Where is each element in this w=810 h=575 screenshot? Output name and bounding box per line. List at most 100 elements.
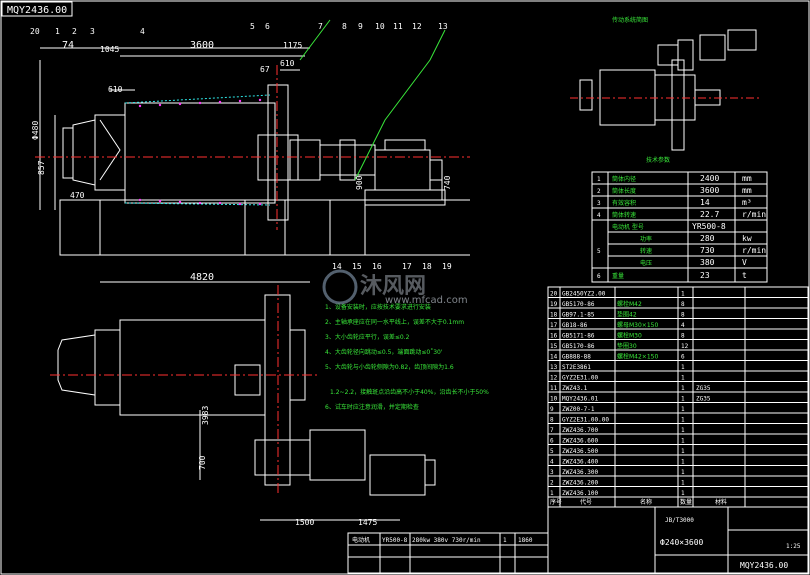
bom-cell: 垫圈42 xyxy=(617,311,637,319)
technical-notes: 1、设备安装时，应按技术要求进行安装 2、主轴承座应在同一水平线上，误差不大于0… xyxy=(325,303,489,411)
svg-text:代号: 代号 xyxy=(580,498,592,506)
svg-text:重量: 重量 xyxy=(612,272,624,280)
bom-cell: 3 xyxy=(550,469,554,476)
svg-text:5: 5 xyxy=(597,248,601,255)
transmission-schematic: 传动系统简图 xyxy=(579,16,757,151)
svg-text:5: 5 xyxy=(250,22,255,31)
svg-text:mm: mm xyxy=(742,174,752,183)
svg-text:t: t xyxy=(742,271,747,280)
leader-lines-green xyxy=(299,19,446,181)
corner-code: MQY2436.00 xyxy=(7,5,67,16)
bom-cell: GB888-88 xyxy=(562,354,591,361)
bom-cell: 8 xyxy=(681,312,685,319)
svg-text:12: 12 xyxy=(412,22,422,31)
svg-text:15: 15 xyxy=(352,262,362,271)
bom-cell: ZWZ43.1 xyxy=(562,385,588,392)
svg-text:电动机: 电动机 xyxy=(352,536,370,544)
svg-text:1: 1 xyxy=(503,537,507,544)
bom-cell: 1 xyxy=(681,469,685,476)
bom-cell: 螺栓M42×150 xyxy=(617,353,658,361)
bom-cell: 1 xyxy=(681,364,685,371)
svg-text:280kw 380v 730r/min: 280kw 380v 730r/min xyxy=(412,537,481,544)
bom-cell: 4 xyxy=(681,322,685,329)
side-dimensions: Φ480 857 470 740 900 xyxy=(31,121,452,200)
svg-text:470: 470 xyxy=(70,191,85,200)
cad-drawing: MQY2436.00 20 1 2 3 4 5 6 7 8 9 10 11 12… xyxy=(0,0,810,575)
bom-cell: 18 xyxy=(550,312,558,319)
svg-text:4820: 4820 xyxy=(190,272,214,283)
svg-text:m³: m³ xyxy=(742,198,752,207)
bom-cell: GB5170-86 xyxy=(562,301,595,308)
bom-cell: 1 xyxy=(681,438,685,445)
bom-cell: 1 xyxy=(681,459,685,466)
svg-text:3: 3 xyxy=(90,27,95,36)
bom-cell: GYZ2E31.00 xyxy=(562,375,599,382)
standard-label: JB/T3000 xyxy=(665,517,694,524)
svg-text:6: 6 xyxy=(597,273,601,280)
bom-cell: 1 xyxy=(681,480,685,487)
svg-text:材料: 材料 xyxy=(715,498,727,506)
svg-text:名称: 名称 xyxy=(640,498,652,506)
svg-text:74: 74 xyxy=(62,40,74,51)
bom-cell: 12 xyxy=(681,343,689,350)
bom-cell: 8 xyxy=(681,301,685,308)
bom-cell: GB5170-86 xyxy=(562,343,595,350)
bom-cell: ZWZ436.100 xyxy=(562,490,599,497)
bom-cell: 12 xyxy=(550,375,558,382)
svg-text:2: 2 xyxy=(597,188,601,195)
svg-text:380: 380 xyxy=(700,258,715,267)
bom-cell: 1 xyxy=(550,490,554,497)
bom-cell: 8 xyxy=(550,417,554,424)
bom-cell: 13 xyxy=(550,364,558,371)
bom-cell: 7 xyxy=(550,427,554,434)
bom-cell: 17 xyxy=(550,322,558,329)
balloon-row-bottom: 14 15 16 17 18 19 xyxy=(332,262,452,271)
bom-cell: 11 xyxy=(550,385,558,392)
svg-text:4: 4 xyxy=(597,212,601,219)
bom-cell: 6 xyxy=(550,438,554,445)
bom-cell: 1 xyxy=(681,406,685,413)
scale-label: 1:25 xyxy=(786,543,801,550)
bom-cell: 19 xyxy=(550,301,558,308)
svg-text:Φ480: Φ480 xyxy=(31,121,40,140)
svg-text:3600: 3600 xyxy=(700,186,719,195)
svg-text:11: 11 xyxy=(393,22,403,31)
bom-cell: 螺栓M42 xyxy=(617,300,642,308)
svg-text:6、试车时应注意润滑，并定期检查: 6、试车时应注意润滑，并定期检查 xyxy=(325,403,419,411)
bom-cell: ZWZ436.600 xyxy=(562,438,599,445)
svg-text:序号: 序号 xyxy=(550,498,562,506)
svg-text:10: 10 xyxy=(375,22,385,31)
svg-text:r/min: r/min xyxy=(742,246,766,255)
svg-text:功率: 功率 xyxy=(640,235,652,243)
bom-cell: 螺母M30×150 xyxy=(617,321,658,329)
bom-cell: GB5171-86 xyxy=(562,333,595,340)
svg-text:传动系统简图: 传动系统简图 xyxy=(612,16,648,24)
svg-text:3600: 3600 xyxy=(190,40,214,51)
svg-text:700: 700 xyxy=(198,455,207,470)
bom-cell: 14 xyxy=(550,354,558,361)
bom-cell: 10 xyxy=(550,396,558,403)
bom-cell: 1 xyxy=(681,375,685,382)
bom-cell: 6 xyxy=(681,354,685,361)
svg-text:16: 16 xyxy=(372,262,382,271)
svg-text:610: 610 xyxy=(108,85,123,94)
bom-cell: ST2E3861 xyxy=(562,364,591,371)
bom-cell: MQY2436.01 xyxy=(562,396,599,403)
bom-cell: 15 xyxy=(550,343,558,350)
bom-cell: ZWZ436.500 xyxy=(562,448,599,455)
svg-text:mm: mm xyxy=(742,186,752,195)
svg-text:筒体长度: 筒体长度 xyxy=(612,187,636,195)
svg-text:730: 730 xyxy=(700,246,715,255)
svg-text:电动机 型号: 电动机 型号 xyxy=(612,223,644,231)
title-block-name: Ф240×3600 xyxy=(660,538,704,547)
svg-text:1: 1 xyxy=(597,176,601,183)
svg-text:8: 8 xyxy=(342,22,347,31)
bom-cell: 8 xyxy=(681,333,685,340)
svg-text:67: 67 xyxy=(260,65,270,74)
front-elevation xyxy=(39,47,470,256)
svg-text:筒体转速: 筒体转速 xyxy=(612,211,636,219)
bom-header: 序号 代号 名称 数量 材料 xyxy=(550,498,727,506)
svg-text:2、主轴承座应在同一水平线上，误差不大于0.1mm: 2、主轴承座应在同一水平线上，误差不大于0.1mm xyxy=(325,318,464,326)
tech-table-cells: 1 筒体内径 2400 mm 2 筒体长度 3600 mm 3 有效容积 14 m³ 4 筒体转速 2… xyxy=(597,174,766,280)
svg-text:有效容积: 有效容积 xyxy=(612,199,636,207)
